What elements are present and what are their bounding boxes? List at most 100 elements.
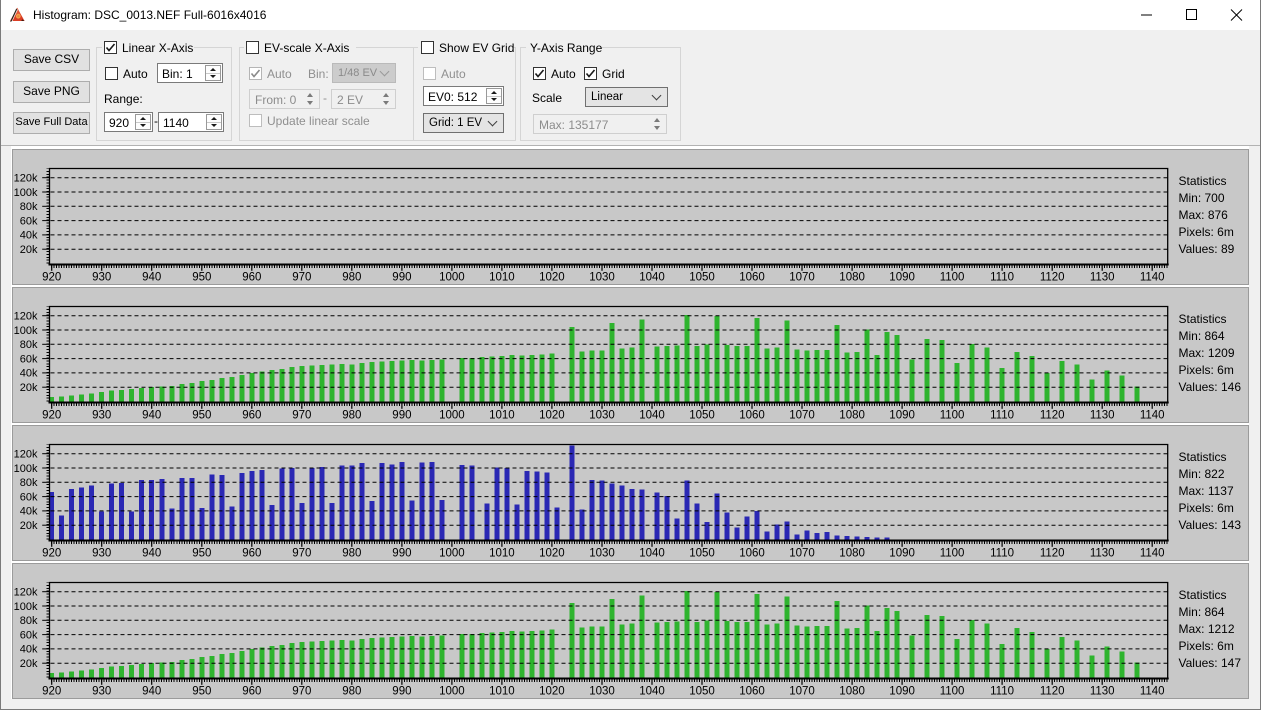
svg-text:40k: 40k: [19, 368, 37, 380]
svg-text:1090: 1090: [889, 686, 915, 698]
svg-text:1070: 1070: [789, 410, 815, 422]
svg-text:970: 970: [292, 686, 311, 698]
svg-text:Pixels: 6m: Pixels: 6m: [1178, 225, 1233, 239]
svg-text:1140: 1140: [1139, 272, 1164, 284]
svg-text:970: 970: [292, 410, 311, 422]
svg-text:940: 940: [142, 272, 161, 284]
svg-text:60k: 60k: [19, 215, 37, 227]
svg-text:1100: 1100: [939, 686, 964, 698]
svg-text:930: 930: [92, 272, 111, 284]
svg-text:1070: 1070: [789, 272, 815, 284]
svg-text:1130: 1130: [1089, 686, 1114, 698]
svg-text:100k: 100k: [13, 187, 37, 199]
svg-text:930: 930: [92, 410, 111, 422]
svg-text:1010: 1010: [489, 272, 515, 284]
svg-text:1080: 1080: [839, 548, 865, 560]
svg-text:1010: 1010: [489, 686, 515, 698]
svg-text:20k: 20k: [19, 520, 37, 532]
svg-text:1110: 1110: [990, 272, 1014, 284]
svg-text:990: 990: [392, 686, 411, 698]
svg-text:950: 950: [192, 410, 211, 422]
svg-text:40k: 40k: [19, 644, 37, 656]
svg-text:Max: 1137: Max: 1137: [1178, 484, 1233, 498]
svg-text:930: 930: [92, 686, 111, 698]
svg-text:980: 980: [342, 686, 361, 698]
svg-text:1060: 1060: [739, 410, 765, 422]
svg-text:Min: 822: Min: 822: [1178, 467, 1224, 481]
svg-text:1090: 1090: [889, 410, 915, 422]
svg-text:20k: 20k: [19, 244, 37, 256]
svg-text:Values: 143: Values: 143: [1178, 518, 1241, 532]
svg-text:1060: 1060: [739, 686, 765, 698]
svg-text:1030: 1030: [589, 272, 615, 284]
svg-text:Max: 1212: Max: 1212: [1178, 622, 1234, 636]
svg-text:60k: 60k: [19, 353, 37, 365]
svg-text:1030: 1030: [589, 548, 615, 560]
svg-text:1020: 1020: [539, 686, 565, 698]
svg-text:120k: 120k: [13, 173, 37, 185]
svg-text:1080: 1080: [839, 686, 865, 698]
svg-text:1130: 1130: [1089, 548, 1114, 560]
svg-text:1130: 1130: [1089, 272, 1114, 284]
svg-text:990: 990: [392, 410, 411, 422]
svg-text:980: 980: [342, 410, 361, 422]
svg-text:1080: 1080: [839, 272, 865, 284]
svg-text:1110: 1110: [990, 548, 1014, 560]
svg-text:930: 930: [92, 548, 111, 560]
svg-text:980: 980: [342, 548, 361, 560]
svg-text:940: 940: [142, 410, 161, 422]
svg-text:950: 950: [192, 272, 211, 284]
svg-text:Pixels: 6m: Pixels: 6m: [1178, 501, 1233, 515]
svg-text:1040: 1040: [639, 410, 665, 422]
svg-text:Statistics: Statistics: [1178, 588, 1226, 602]
svg-text:990: 990: [392, 272, 411, 284]
svg-text:960: 960: [242, 272, 261, 284]
svg-text:Values: 146: Values: 146: [1178, 380, 1241, 394]
svg-text:1040: 1040: [639, 272, 665, 284]
svg-text:950: 950: [192, 686, 211, 698]
svg-text:970: 970: [292, 548, 311, 560]
svg-text:1030: 1030: [589, 686, 615, 698]
svg-text:960: 960: [242, 686, 261, 698]
svg-text:80k: 80k: [19, 339, 37, 351]
svg-text:940: 940: [142, 548, 161, 560]
svg-text:Max: 876: Max: 876: [1178, 208, 1228, 222]
svg-text:1110: 1110: [990, 686, 1014, 698]
svg-text:1100: 1100: [939, 548, 964, 560]
svg-text:1100: 1100: [939, 410, 964, 422]
svg-text:1120: 1120: [1039, 548, 1064, 560]
svg-text:1000: 1000: [439, 686, 465, 698]
svg-text:20k: 20k: [19, 658, 37, 670]
svg-text:Pixels: 6m: Pixels: 6m: [1178, 639, 1233, 653]
svg-text:920: 920: [42, 686, 61, 698]
svg-text:40k: 40k: [19, 230, 37, 242]
svg-text:960: 960: [242, 548, 261, 560]
svg-text:1130: 1130: [1089, 410, 1114, 422]
svg-text:Pixels: 6m: Pixels: 6m: [1178, 363, 1233, 377]
svg-text:920: 920: [42, 410, 61, 422]
svg-text:100k: 100k: [13, 463, 37, 475]
svg-text:1140: 1140: [1139, 548, 1164, 560]
svg-text:80k: 80k: [19, 615, 37, 627]
svg-text:1110: 1110: [990, 410, 1014, 422]
svg-text:1080: 1080: [839, 410, 865, 422]
svg-text:Min: 700: Min: 700: [1178, 191, 1224, 205]
svg-text:1100: 1100: [939, 272, 964, 284]
svg-text:940: 940: [142, 686, 161, 698]
svg-text:920: 920: [42, 272, 61, 284]
svg-text:Statistics: Statistics: [1178, 312, 1226, 326]
svg-text:1120: 1120: [1039, 410, 1064, 422]
svg-text:1020: 1020: [539, 272, 565, 284]
svg-text:1050: 1050: [689, 272, 715, 284]
svg-text:Values: 89: Values: 89: [1178, 242, 1234, 256]
svg-text:1000: 1000: [439, 548, 465, 560]
svg-text:1140: 1140: [1139, 410, 1164, 422]
svg-text:20k: 20k: [19, 382, 37, 394]
svg-text:970: 970: [292, 272, 311, 284]
svg-text:Statistics: Statistics: [1178, 174, 1226, 188]
svg-text:120k: 120k: [13, 449, 37, 461]
svg-text:Min: 864: Min: 864: [1178, 329, 1224, 343]
svg-text:80k: 80k: [19, 201, 37, 213]
svg-text:1060: 1060: [739, 548, 765, 560]
svg-text:1070: 1070: [789, 548, 815, 560]
